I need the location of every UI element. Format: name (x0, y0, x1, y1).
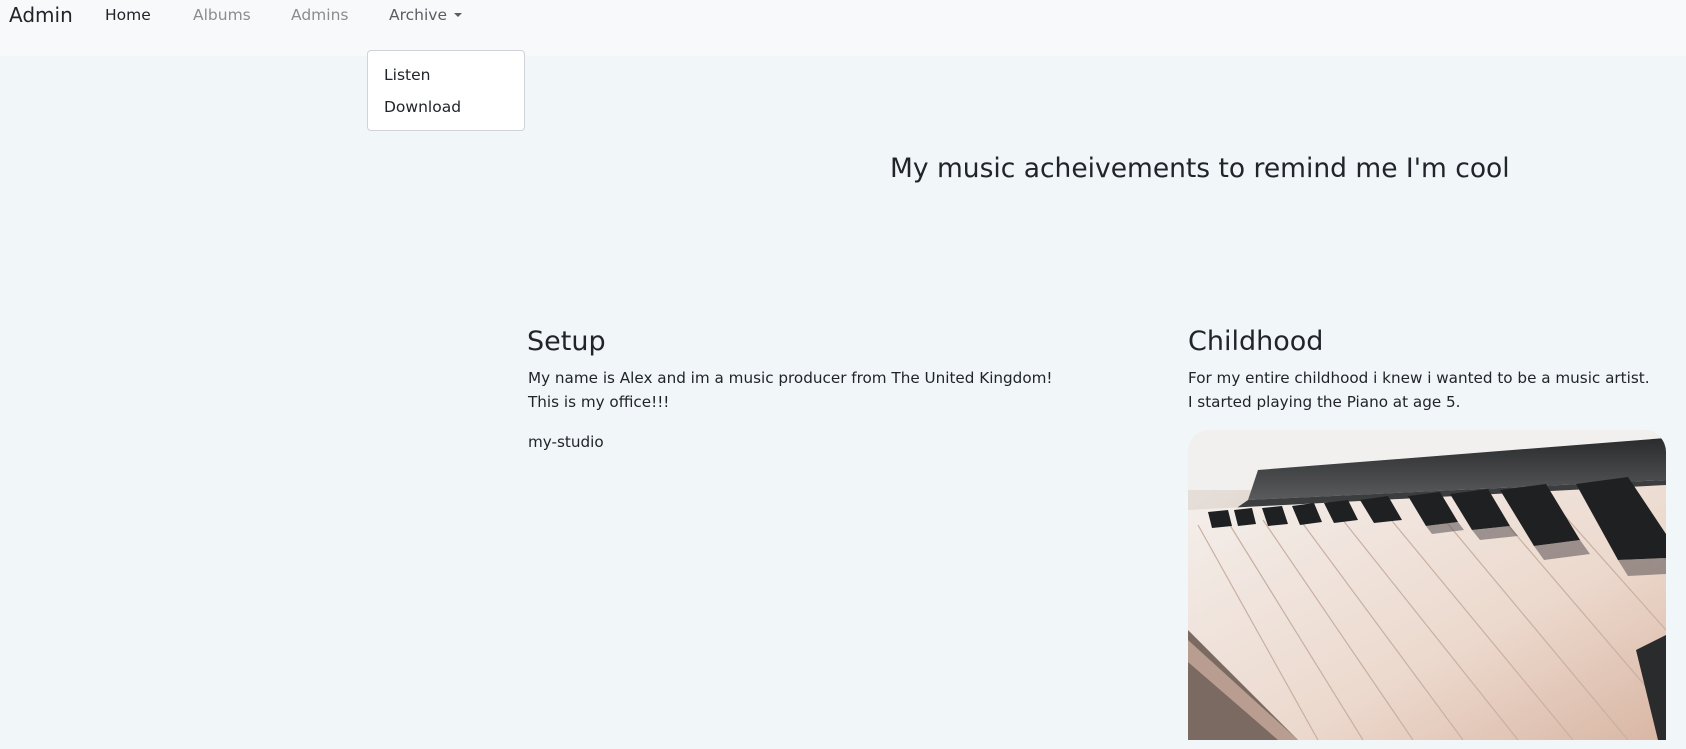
childhood-text-line2: I started playing the Piano at age 5. (1188, 393, 1461, 411)
setup-heading: Setup (527, 326, 606, 357)
dropdown-item-download[interactable]: Download (384, 97, 461, 117)
nav-link-home[interactable]: Home (105, 5, 151, 25)
top-navbar: Admin Home Albums Admins Archive (0, 0, 1686, 56)
nav-link-admins[interactable]: Admins (291, 5, 348, 25)
archive-dropdown-menu: Listen Download (367, 50, 525, 131)
dropdown-item-listen[interactable]: Listen (384, 65, 430, 85)
piano-keys-image (1188, 430, 1666, 740)
nav-dropdown-archive[interactable]: Archive (389, 5, 462, 25)
nav-link-albums[interactable]: Albums (193, 5, 251, 25)
studio-image-broken: my-studio (528, 433, 604, 451)
childhood-heading: Childhood (1188, 326, 1324, 357)
nav-archive-label: Archive (389, 6, 447, 24)
setup-text-line2: This is my office!!! (528, 393, 670, 411)
brand-link[interactable]: Admin (9, 3, 73, 27)
childhood-text-line1: For my entire childhood i knew i wanted … (1188, 369, 1650, 387)
page-title: My music acheivements to remind me I'm c… (890, 153, 1510, 184)
setup-text-line1: My name is Alex and im a music producer … (528, 369, 1053, 387)
caret-down-icon (454, 13, 462, 17)
